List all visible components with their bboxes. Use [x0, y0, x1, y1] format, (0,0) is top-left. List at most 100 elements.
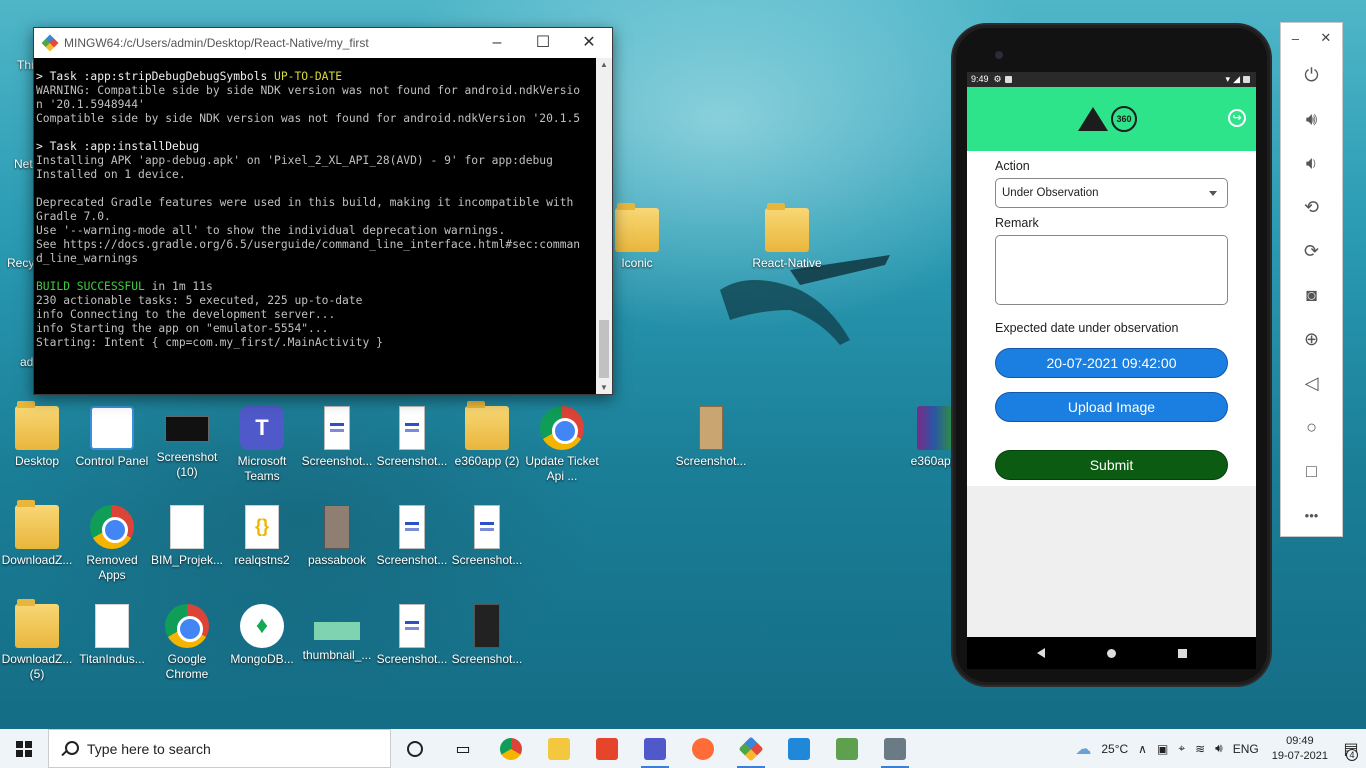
- logout-icon[interactable]: ↪: [1228, 109, 1246, 127]
- volume-down-icon[interactable]: 🔉︎: [1281, 141, 1342, 185]
- minimize-button[interactable]: –: [474, 28, 520, 58]
- nav-recents-icon[interactable]: [1177, 648, 1187, 658]
- desktop-icon-passabook[interactable]: passabook: [299, 505, 375, 568]
- show-hidden-icons-chevron-icon[interactable]: ∧: [1138, 742, 1147, 756]
- action-dropdown[interactable]: Under Observation: [995, 178, 1228, 208]
- desktop-icon-screenshot-c[interactable]: Screenshot...: [374, 505, 450, 568]
- date-picker-button[interactable]: 20-07-2021 09:42:00: [995, 348, 1228, 378]
- terminal-output[interactable]: > Task :app:stripDebugDebugSymbols UP-TO…: [34, 58, 596, 394]
- windows-logo-icon: [16, 740, 32, 757]
- action-center-button[interactable]: ▤ 4: [1336, 729, 1366, 768]
- desktop-icon-downloadz-5[interactable]: DownloadZ... (5): [0, 599, 75, 682]
- desktop-icon-label: realqstns2: [234, 553, 290, 567]
- taskbar-teams[interactable]: [631, 729, 679, 768]
- taskbar-postman[interactable]: [679, 729, 727, 768]
- desktop-icon-realqstns2[interactable]: {} realqstns2: [224, 505, 300, 568]
- git-bash-icon: [738, 736, 764, 761]
- terminal-window[interactable]: MINGW64:/c/Users/admin/Desktop/React-Nat…: [33, 27, 613, 395]
- desktop-icon-google-chrome[interactable]: Google Chrome: [149, 604, 225, 682]
- remark-textarea[interactable]: [995, 235, 1228, 305]
- taskbar-vscode[interactable]: [775, 729, 823, 768]
- location-icon[interactable]: ⌖: [1178, 741, 1185, 756]
- emulator-close-button[interactable]: ✕: [1320, 30, 1331, 46]
- edge-label-this-pc[interactable]: Thi: [17, 58, 34, 72]
- cortana-button[interactable]: [391, 729, 439, 768]
- rotate-left-icon[interactable]: ⟲: [1281, 185, 1342, 229]
- desktop-icon-control-panel[interactable]: Control Panel: [74, 406, 150, 469]
- network-adapter-icon[interactable]: ▣: [1157, 742, 1168, 756]
- overview-icon[interactable]: □: [1281, 449, 1342, 493]
- edge-label-recycle-bin[interactable]: Recy: [7, 256, 34, 270]
- taskbar-search-box[interactable]: Type here to search: [48, 729, 391, 768]
- taskbar-clock[interactable]: 09:49 19-07-2021: [1272, 734, 1328, 764]
- teams-icon: T: [240, 406, 284, 450]
- desktop-icon-screenshot-box[interactable]: Screenshot...: [673, 406, 749, 469]
- terminal-line: 230 actionable tasks: 5 executed, 225 up…: [36, 294, 363, 307]
- search-icon: [61, 740, 79, 757]
- volume-up-icon[interactable]: 🔊︎: [1281, 97, 1342, 141]
- emulator-minimize-button[interactable]: –: [1292, 31, 1299, 46]
- folder-icon: [15, 401, 59, 450]
- desktop-icon-microsoft-teams[interactable]: T Microsoft Teams: [224, 406, 300, 484]
- more-options-icon[interactable]: •••: [1281, 493, 1342, 537]
- taskbar-nodejs[interactable]: [823, 729, 871, 768]
- desktop-icon-downloadz[interactable]: DownloadZ...: [0, 500, 75, 568]
- wifi-icon[interactable]: ≋: [1195, 742, 1205, 756]
- terminal-titlebar[interactable]: MINGW64:/c/Users/admin/Desktop/React-Nat…: [34, 28, 612, 58]
- desktop-icon-screenshot-f[interactable]: Screenshot...: [449, 604, 525, 667]
- taskbar-office[interactable]: [583, 729, 631, 768]
- power-icon[interactable]: ⏻: [1281, 53, 1342, 97]
- desktop-icon-desktop[interactable]: Desktop: [0, 401, 75, 469]
- start-button[interactable]: [0, 729, 48, 768]
- scrollbar-thumb[interactable]: [599, 320, 609, 378]
- task-view-button[interactable]: ▭: [439, 729, 487, 768]
- chrome-icon: [90, 505, 134, 549]
- taskbar-file-explorer[interactable]: [535, 729, 583, 768]
- volume-icon[interactable]: 🔊︎: [1215, 741, 1223, 756]
- desktop-icon-label: MongoDB...: [230, 652, 294, 666]
- desktop-icon-label: passabook: [307, 553, 367, 567]
- language-indicator[interactable]: ENG: [1233, 742, 1259, 756]
- desktop-icon-screenshot-e[interactable]: Screenshot...: [374, 604, 450, 667]
- maximize-button[interactable]: ☐: [520, 28, 566, 58]
- taskbar-chrome[interactable]: [487, 729, 535, 768]
- desktop-icon-react-native[interactable]: React-Native: [749, 203, 825, 271]
- desktop-icon-titanindus[interactable]: TitanIndus...: [74, 604, 150, 667]
- action-selected-value: Under Observation: [1002, 187, 1099, 199]
- home-icon[interactable]: ○: [1281, 405, 1342, 449]
- screenshot-thumbnail-icon: [165, 416, 209, 442]
- taskbar-git-bash[interactable]: [727, 729, 775, 768]
- desktop-icon-update-ticket-api[interactable]: Update Ticket Api ...: [524, 406, 600, 484]
- taskbar-emulator[interactable]: [871, 729, 919, 768]
- signal-icon: ◢: [1233, 74, 1240, 84]
- submit-button[interactable]: Submit: [995, 450, 1228, 480]
- edge-label-network[interactable]: Net: [14, 157, 33, 171]
- scroll-up-arrow-icon[interactable]: ▲: [596, 60, 612, 69]
- desktop-icon-screenshot-d[interactable]: Screenshot...: [449, 505, 525, 568]
- scroll-down-arrow-icon[interactable]: ▼: [596, 383, 612, 392]
- terminal-line: > Task :app:installDebug: [36, 140, 200, 153]
- nav-back-icon[interactable]: [1036, 648, 1045, 658]
- android-emulator-device: 9:49 ⚙ ▾ ◢ 360 ↪ Action Under Observatio…: [951, 23, 1272, 687]
- nav-home-icon[interactable]: [1106, 648, 1116, 658]
- desktop-icon-screenshot-10[interactable]: Screenshot (10): [149, 406, 225, 480]
- desktop-icon-screenshot-b[interactable]: Screenshot...: [374, 406, 450, 469]
- zoom-icon[interactable]: ⊕: [1281, 317, 1342, 361]
- edge-label-ad[interactable]: ad: [20, 355, 33, 369]
- terminal-scrollbar[interactable]: ▲ ▼: [596, 58, 612, 394]
- desktop-icon-bim-projek[interactable]: BIM_Projek...: [149, 505, 225, 568]
- cortana-circle-icon: [407, 740, 423, 757]
- weather-icon[interactable]: ☁: [1075, 739, 1091, 759]
- camera-screenshot-icon[interactable]: ◙: [1281, 273, 1342, 317]
- close-button[interactable]: ✕: [566, 28, 612, 58]
- desktop-icon-thumbnail[interactable]: thumbnail_...: [299, 604, 375, 663]
- desktop-icon-e360app-2[interactable]: e360app (2): [449, 401, 525, 469]
- desktop-icon-screenshot-a[interactable]: Screenshot...: [299, 406, 375, 469]
- rotate-right-icon[interactable]: ⟳: [1281, 229, 1342, 273]
- phone-screen[interactable]: 9:49 ⚙ ▾ ◢ 360 ↪ Action Under Observatio…: [967, 72, 1256, 669]
- back-icon[interactable]: ◁: [1281, 361, 1342, 405]
- upload-image-button[interactable]: Upload Image: [995, 392, 1228, 422]
- desktop-icon-removed-apps[interactable]: Removed Apps: [74, 505, 150, 583]
- weather-temperature[interactable]: 25°C: [1101, 742, 1128, 756]
- desktop-icon-mongodb[interactable]: ♦ MongoDB...: [224, 604, 300, 667]
